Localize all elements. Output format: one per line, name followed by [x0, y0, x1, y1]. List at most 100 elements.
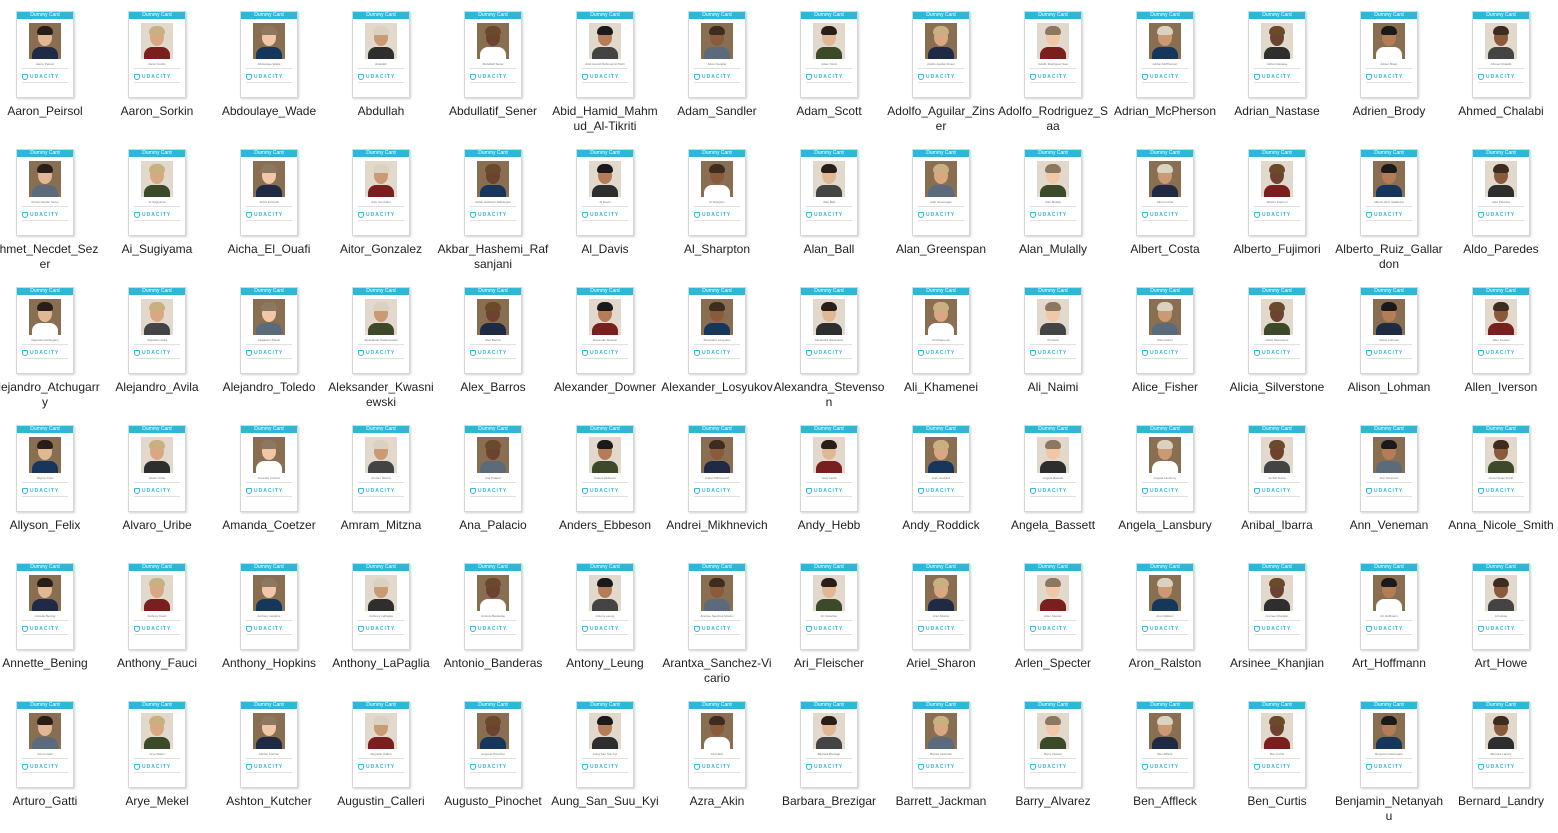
file-thumbnail[interactable]: Dummy Card Art Hoffmann UDACITY — [1360, 563, 1418, 650]
file-item[interactable]: Dummy Card Anthony LaPaglia UDACITY Anthony… — [325, 552, 437, 690]
file-name-label[interactable]: Annette_Bening — [0, 656, 101, 671]
file-thumbnail[interactable]: Dummy Card Aaron Sorkin UDACITY — [128, 11, 186, 98]
file-name-label[interactable]: Anthony_Hopkins — [213, 656, 325, 671]
file-thumbnail[interactable]: Dummy Card Ann Veneman UDACITY — [1360, 425, 1418, 512]
file-thumbnail[interactable]: Dummy Card Ahmed Chalabi UDACITY — [1472, 11, 1530, 98]
file-name-label[interactable]: Alice_Fisher — [1109, 380, 1221, 395]
file-name-label[interactable]: Ann_Veneman — [1333, 518, 1445, 533]
file-item[interactable]: Dummy Card Akbar Hashemi Rafsanjani UDACIT… — [437, 138, 549, 276]
file-name-label[interactable]: Aaron_Sorkin — [101, 104, 213, 119]
file-name-label[interactable]: Alan_Mulally — [997, 242, 1109, 257]
file-item[interactable]: Dummy Card Annette Bening UDACITY Annette_B… — [0, 552, 101, 690]
file-item[interactable]: Dummy Card Alex Barros UDACITY Alex_Barros — [437, 276, 549, 414]
file-thumbnail[interactable]: Dummy Card Arlen Specter UDACITY — [1024, 563, 1082, 650]
file-item[interactable]: Dummy Card Andrei Mikhnevich UDACITY Andrei… — [661, 414, 773, 552]
file-thumbnail[interactable]: Dummy Card Ben Affleck UDACITY — [1136, 701, 1194, 788]
file-thumbnail[interactable]: Dummy Card Antonio Banderas UDACITY — [464, 563, 522, 650]
file-name-label[interactable]: Arantxa_Sanchez-​Vicario — [661, 656, 773, 686]
file-name-label[interactable]: Ashton_Kutcher — [213, 794, 325, 809]
file-item[interactable]: Dummy Card Anibal Ibarra UDACITY Anibal_Iba… — [1221, 414, 1333, 552]
file-item[interactable]: Dummy Card Ariel Sharon UDACITY Ariel_Sharo… — [885, 552, 997, 690]
file-thumbnail[interactable]: Dummy Card Barrett Jackman UDACITY — [912, 701, 970, 788]
file-item[interactable]: Dummy Card Andy Hebb UDACITY Andy_Hebb — [773, 414, 885, 552]
file-thumbnail[interactable]: Dummy Card Alex Barros UDACITY — [464, 287, 522, 374]
file-thumbnail[interactable]: Dummy Card Alexandra Stevenson UDACITY — [800, 287, 858, 374]
file-item[interactable]: Dummy Card Augusto Pinochet UDACITY Augusto… — [437, 690, 549, 828]
file-name-label[interactable]: Alicia_Silverstone — [1221, 380, 1333, 395]
file-thumbnail[interactable]: Dummy Card Bernard Landry UDACITY — [1472, 701, 1530, 788]
file-item[interactable]: Dummy Card Aaron Sorkin UDACITY Aaron_Sorki… — [101, 0, 213, 138]
file-name-label[interactable]: Aron_Ralston — [1109, 656, 1221, 671]
file-item[interactable]: Dummy Card Azra Akin UDACITY Azra_Akin — [661, 690, 773, 828]
file-item[interactable]: Dummy Card Aldo Paredes UDACITY Aldo_Parede… — [1445, 138, 1557, 276]
file-thumbnail[interactable]: Dummy Card Ana Palacio UDACITY — [464, 425, 522, 512]
file-item[interactable]: Dummy Card Alberto Fujimori UDACITY Alberto… — [1221, 138, 1333, 276]
file-thumbnail[interactable]: Dummy Card Annette Bening UDACITY — [16, 563, 74, 650]
file-name-label[interactable]: Adolfo_Rodriguez​_Saa — [997, 104, 1109, 134]
file-item[interactable]: Dummy Card Art Hoffmann UDACITY Art_Hoffman… — [1333, 552, 1445, 690]
file-thumbnail[interactable]: Dummy Card Adolfo Aguilar Zinser UDACITY — [912, 11, 970, 98]
file-thumbnail[interactable]: Dummy Card Anibal Ibarra UDACITY — [1248, 425, 1306, 512]
file-name-label[interactable]: Alvaro_Uribe — [101, 518, 213, 533]
file-item[interactable]: Dummy Card Alvaro Uribe UDACITY Alvaro_Urib… — [101, 414, 213, 552]
file-thumbnail[interactable]: Dummy Card Amram Mitzna UDACITY — [352, 425, 410, 512]
file-item[interactable]: Dummy Card Arye Mekel UDACITY Arye_Mekel — [101, 690, 213, 828]
file-item[interactable]: Dummy Card Alice Fisher UDACITY Alice_Fishe… — [1109, 276, 1221, 414]
file-item[interactable]: Dummy Card Adolfo Rodriguez Saa UDACITY Ado… — [997, 0, 1109, 138]
file-item[interactable]: Dummy Card Allen Iverson UDACITY Allen_Iver… — [1445, 276, 1557, 414]
file-name-label[interactable]: Allen_Iverson — [1445, 380, 1557, 395]
file-thumbnail[interactable]: Dummy Card Ali Khamenei UDACITY — [912, 287, 970, 374]
file-item[interactable]: Dummy Card Abdullatif Sener UDACITY Abdulla… — [437, 0, 549, 138]
file-name-label[interactable]: Alex_Barros — [437, 380, 549, 395]
file-item[interactable]: Dummy Card Angela Lansbury UDACITY Angela_L… — [1109, 414, 1221, 552]
file-item[interactable]: Dummy Card Alejandro Atchugarry UDACITY Ale… — [0, 276, 101, 414]
file-item[interactable]: Dummy Card Alejandro Toledo UDACITY Alejand… — [213, 276, 325, 414]
file-thumbnail[interactable]: Dummy Card Aaron Peirsol UDACITY — [16, 11, 74, 98]
file-name-label[interactable]: Abdullah — [325, 104, 437, 119]
file-name-label[interactable]: Andrei_Mikhnevic​h — [661, 518, 773, 533]
file-thumbnail[interactable]: Dummy Card Augustin Calleri UDACITY — [352, 701, 410, 788]
file-item[interactable]: Dummy Card Alan Mulally UDACITY Alan_Mulall… — [997, 138, 1109, 276]
file-thumbnail[interactable]: Dummy Card Anna Nicole Smith UDACITY — [1472, 425, 1530, 512]
file-name-label[interactable]: Alejandro_Toledo — [213, 380, 325, 395]
file-item[interactable]: Dummy Card Antonio Banderas UDACITY Antonio… — [437, 552, 549, 690]
file-thumbnail[interactable]: Dummy Card Aicha El Ouafi UDACITY — [240, 149, 298, 236]
file-name-label[interactable]: Alejandro_Atchug​arry — [0, 380, 101, 410]
file-thumbnail[interactable]: Dummy Card Anthony LaPaglia UDACITY — [352, 563, 410, 650]
file-thumbnail[interactable]: Dummy Card Adrian McPherson UDACITY — [1136, 11, 1194, 98]
file-item[interactable]: Dummy Card Benjamin Netanyahu UDACITY Benja… — [1333, 690, 1445, 828]
file-name-label[interactable]: Al_Davis — [549, 242, 661, 257]
file-item[interactable]: Dummy Card Ali Naimi UDACITY Ali_Naimi — [997, 276, 1109, 414]
file-name-label[interactable]: Adam_Sandler — [661, 104, 773, 119]
file-thumbnail[interactable]: Dummy Card Augusto Pinochet UDACITY — [464, 701, 522, 788]
file-name-label[interactable]: Alexandra_Stevens​on — [773, 380, 885, 410]
file-thumbnail[interactable]: Dummy Card Akbar Hashemi Rafsanjani UDACIT… — [464, 149, 522, 236]
file-thumbnail[interactable]: Dummy Card Alan Greenspan UDACITY — [912, 149, 970, 236]
file-name-label[interactable]: Antonio_Banderas — [437, 656, 549, 671]
file-item[interactable]: Dummy Card Ahmet Necdet Sezer UDACITY Ahmet… — [0, 138, 101, 276]
file-thumbnail[interactable]: Dummy Card Alice Fisher UDACITY — [1136, 287, 1194, 374]
file-item[interactable]: Dummy Card Abdullah UDACITY Abdullah — [325, 0, 437, 138]
file-thumbnail[interactable]: Dummy Card Barbara Brezigar UDACITY — [800, 701, 858, 788]
file-item[interactable]: Dummy Card Abdoulaye Wade UDACITY Abdoulaye… — [213, 0, 325, 138]
file-name-label[interactable]: Aitor_Gonzalez — [325, 242, 437, 257]
file-thumbnail[interactable]: Dummy Card Adolfo Rodriguez Saa UDACITY — [1024, 11, 1082, 98]
file-item[interactable]: Dummy Card Angela Bassett UDACITY Angela_Ba… — [997, 414, 1109, 552]
file-name-label[interactable]: Adolfo_Aguilar_Zi​nser — [885, 104, 997, 134]
file-item[interactable]: Dummy Card Antony Leung UDACITY Antony_Leun… — [549, 552, 661, 690]
file-thumbnail[interactable]: Dummy Card Ben Curtis UDACITY — [1248, 701, 1306, 788]
file-item[interactable]: Dummy Card Adrian Nastase UDACITY Adrian_Na… — [1221, 0, 1333, 138]
file-thumbnail[interactable]: Dummy Card Alicia Silverstone UDACITY — [1248, 287, 1306, 374]
file-thumbnail[interactable]: Dummy Card Alberto Fujimori UDACITY — [1248, 149, 1306, 236]
file-item[interactable]: Dummy Card Alicia Silverstone UDACITY Alici… — [1221, 276, 1333, 414]
file-thumbnail[interactable]: Dummy Card Azra Akin UDACITY — [688, 701, 746, 788]
file-name-label[interactable]: Ali_Khamenei — [885, 380, 997, 395]
file-name-label[interactable]: Angela_Bassett — [997, 518, 1109, 533]
file-item[interactable]: Dummy Card Ann Veneman UDACITY Ann_Veneman — [1333, 414, 1445, 552]
file-name-label[interactable]: Ahmet_Necdet_Se​zer — [0, 242, 101, 272]
file-name-label[interactable]: Alberto_Ruiz_Galla​rdon — [1333, 242, 1445, 272]
file-thumbnail[interactable]: Dummy Card Allyson Felix UDACITY — [16, 425, 74, 512]
file-item[interactable]: Dummy Card Adam Sandler UDACITY Adam_Sandle… — [661, 0, 773, 138]
file-thumbnail[interactable]: Dummy Card Alberto Ruiz Gallardon UDACITY — [1360, 149, 1418, 236]
file-name-label[interactable]: Albert_Costa — [1109, 242, 1221, 257]
